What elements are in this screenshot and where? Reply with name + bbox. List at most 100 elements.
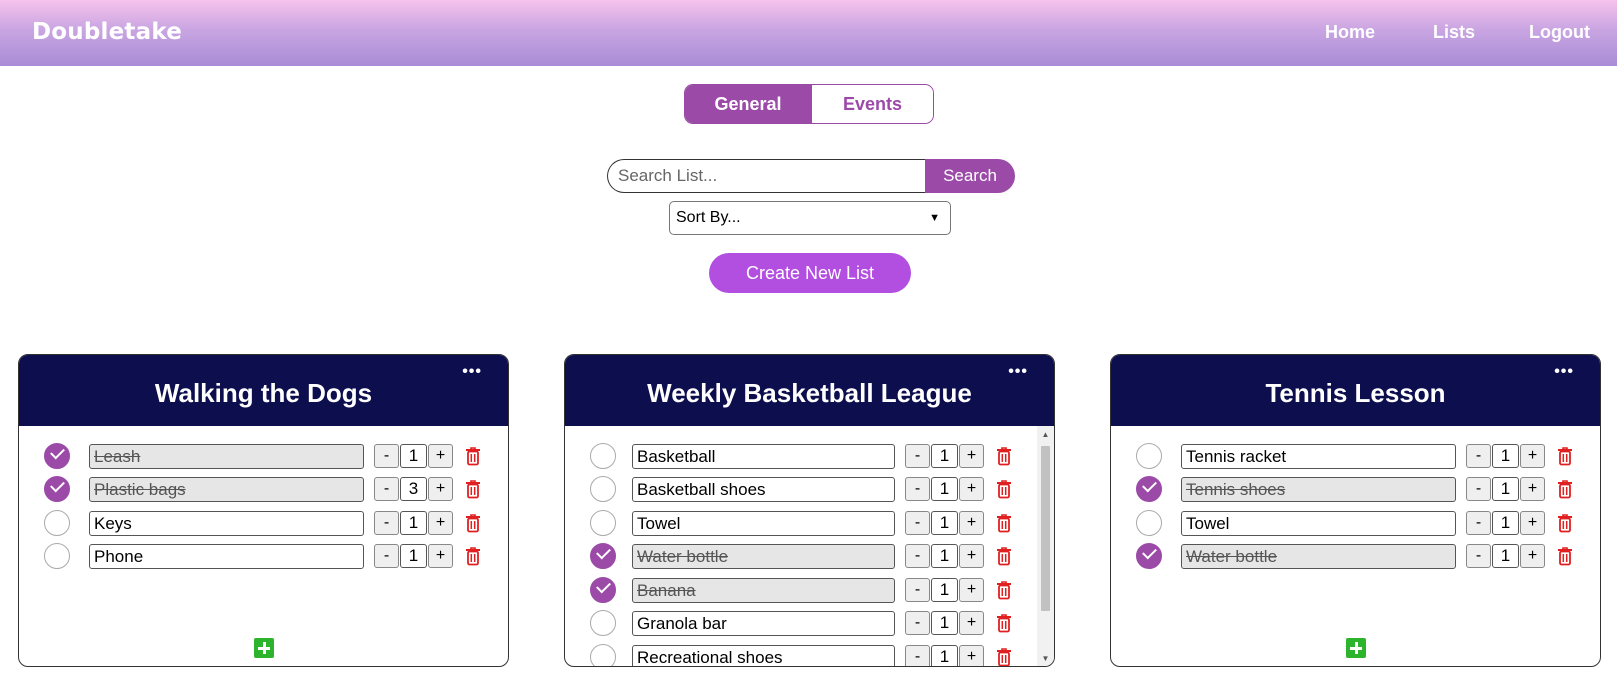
checked-checkbox[interactable] xyxy=(1136,476,1162,502)
add-item-icon[interactable] xyxy=(253,638,274,658)
more-icon[interactable]: ••• xyxy=(1554,363,1574,381)
unchecked-checkbox[interactable] xyxy=(590,644,616,666)
create-new-list-button[interactable]: Create New List xyxy=(709,253,911,293)
increment-button[interactable]: + xyxy=(959,511,984,535)
item-name-field[interactable]: Keys xyxy=(89,511,364,536)
increment-button[interactable]: + xyxy=(1520,511,1545,535)
quantity-value[interactable]: 3 xyxy=(400,477,427,501)
quantity-value[interactable]: 1 xyxy=(400,544,427,568)
trash-icon[interactable] xyxy=(465,479,481,499)
item-name-field[interactable]: Leash xyxy=(89,444,364,469)
increment-button[interactable]: + xyxy=(959,645,984,666)
checked-checkbox[interactable] xyxy=(1136,543,1162,569)
sort-select[interactable]: Sort By... ▼ xyxy=(669,201,951,235)
trash-icon[interactable] xyxy=(996,613,1012,633)
unchecked-checkbox[interactable] xyxy=(590,443,616,469)
trash-icon[interactable] xyxy=(1557,446,1573,466)
item-name-field[interactable]: Banana xyxy=(632,578,895,603)
scroll-down-icon[interactable]: ▼ xyxy=(1037,650,1054,666)
increment-button[interactable]: + xyxy=(959,578,984,602)
nav-logout[interactable]: Logout xyxy=(1529,22,1590,43)
checked-checkbox[interactable] xyxy=(44,443,70,469)
more-icon[interactable]: ••• xyxy=(462,363,482,381)
trash-icon[interactable] xyxy=(1557,513,1573,533)
increment-button[interactable]: + xyxy=(959,444,984,468)
quantity-value[interactable]: 1 xyxy=(931,645,958,666)
increment-button[interactable]: + xyxy=(1520,477,1545,501)
decrement-button[interactable]: - xyxy=(1466,444,1491,468)
trash-icon[interactable] xyxy=(465,546,481,566)
decrement-button[interactable]: - xyxy=(1466,477,1491,501)
tab-general[interactable]: General xyxy=(685,85,811,123)
unchecked-checkbox[interactable] xyxy=(1136,510,1162,536)
decrement-button[interactable]: - xyxy=(905,511,930,535)
item-name-field[interactable]: Water bottle xyxy=(632,544,895,569)
decrement-button[interactable]: - xyxy=(905,444,930,468)
trash-icon[interactable] xyxy=(996,546,1012,566)
decrement-button[interactable]: - xyxy=(374,544,399,568)
search-button[interactable]: Search xyxy=(925,159,1015,193)
quantity-value[interactable]: 1 xyxy=(400,511,427,535)
search-input[interactable] xyxy=(607,159,925,193)
decrement-button[interactable]: - xyxy=(374,444,399,468)
unchecked-checkbox[interactable] xyxy=(590,476,616,502)
quantity-value[interactable]: 1 xyxy=(1492,544,1519,568)
trash-icon[interactable] xyxy=(1557,546,1573,566)
unchecked-checkbox[interactable] xyxy=(44,510,70,536)
quantity-value[interactable]: 1 xyxy=(931,511,958,535)
trash-icon[interactable] xyxy=(996,580,1012,600)
quantity-value[interactable]: 1 xyxy=(931,444,958,468)
decrement-button[interactable]: - xyxy=(905,611,930,635)
quantity-value[interactable]: 1 xyxy=(931,578,958,602)
scroll-up-icon[interactable]: ▲ xyxy=(1037,426,1054,442)
nav-home[interactable]: Home xyxy=(1325,22,1375,43)
checked-checkbox[interactable] xyxy=(590,577,616,603)
increment-button[interactable]: + xyxy=(428,511,453,535)
trash-icon[interactable] xyxy=(996,479,1012,499)
decrement-button[interactable]: - xyxy=(374,511,399,535)
item-name-field[interactable]: Towel xyxy=(632,511,895,536)
item-name-field[interactable]: Water bottle xyxy=(1181,544,1456,569)
quantity-value[interactable]: 1 xyxy=(1492,511,1519,535)
increment-button[interactable]: + xyxy=(1520,544,1545,568)
tab-events[interactable]: Events xyxy=(811,85,933,123)
decrement-button[interactable]: - xyxy=(905,578,930,602)
increment-button[interactable]: + xyxy=(428,444,453,468)
quantity-value[interactable]: 1 xyxy=(931,611,958,635)
quantity-value[interactable]: 1 xyxy=(931,544,958,568)
item-name-field[interactable]: Basketball shoes xyxy=(632,477,895,502)
checked-checkbox[interactable] xyxy=(590,543,616,569)
decrement-button[interactable]: - xyxy=(905,645,930,666)
unchecked-checkbox[interactable] xyxy=(590,510,616,536)
add-item-icon[interactable] xyxy=(1345,638,1366,658)
unchecked-checkbox[interactable] xyxy=(1136,443,1162,469)
trash-icon[interactable] xyxy=(996,513,1012,533)
item-name-field[interactable]: Basketball xyxy=(632,444,895,469)
trash-icon[interactable] xyxy=(996,446,1012,466)
trash-icon[interactable] xyxy=(465,513,481,533)
trash-icon[interactable] xyxy=(996,647,1012,666)
unchecked-checkbox[interactable] xyxy=(44,543,70,569)
decrement-button[interactable]: - xyxy=(374,477,399,501)
brand-logo[interactable]: Doubletake xyxy=(32,19,182,45)
increment-button[interactable]: + xyxy=(959,544,984,568)
nav-lists[interactable]: Lists xyxy=(1433,22,1475,43)
item-name-field[interactable]: Recreational shoes xyxy=(632,645,895,666)
unchecked-checkbox[interactable] xyxy=(590,610,616,636)
decrement-button[interactable]: - xyxy=(1466,544,1491,568)
scrollbar-thumb[interactable] xyxy=(1041,446,1050,611)
trash-icon[interactable] xyxy=(465,446,481,466)
quantity-value[interactable]: 1 xyxy=(1492,444,1519,468)
item-name-field[interactable]: Granola bar xyxy=(632,611,895,636)
increment-button[interactable]: + xyxy=(1520,444,1545,468)
decrement-button[interactable]: - xyxy=(905,544,930,568)
item-name-field[interactable]: Tennis shoes xyxy=(1181,477,1456,502)
checked-checkbox[interactable] xyxy=(44,476,70,502)
item-name-field[interactable]: Plastic bags xyxy=(89,477,364,502)
more-icon[interactable]: ••• xyxy=(1008,363,1028,381)
decrement-button[interactable]: - xyxy=(1466,511,1491,535)
increment-button[interactable]: + xyxy=(428,477,453,501)
increment-button[interactable]: + xyxy=(959,477,984,501)
trash-icon[interactable] xyxy=(1557,479,1573,499)
quantity-value[interactable]: 1 xyxy=(1492,477,1519,501)
